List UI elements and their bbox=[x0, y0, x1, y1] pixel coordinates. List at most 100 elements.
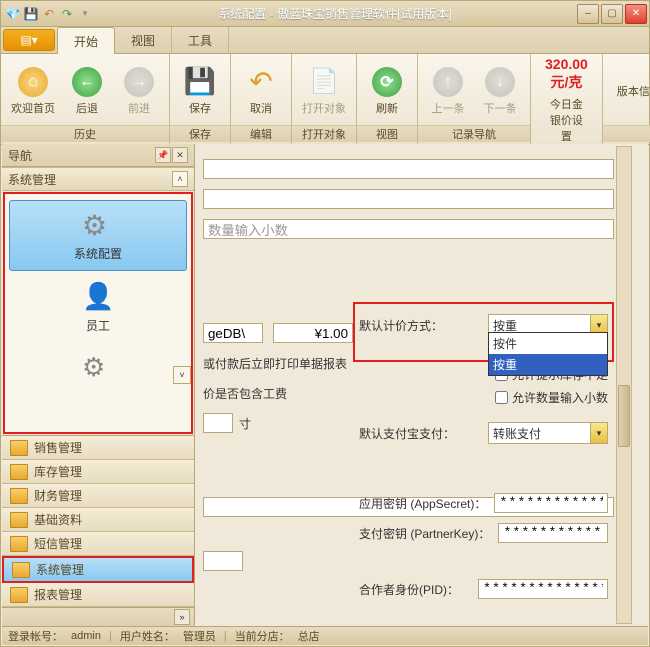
collapse-icon[interactable]: ˄ bbox=[172, 171, 188, 187]
ribbon: ⌂欢迎首页 ←后退 →前进 历史 💾保存 保存 ↶取消 编辑 📄打开对象 打开对… bbox=[1, 54, 649, 145]
gear-icon: ⚙ bbox=[82, 209, 114, 241]
chevron-down-icon[interactable]: ▾ bbox=[590, 423, 607, 443]
save-icon[interactable]: 💾 bbox=[23, 6, 39, 22]
save-icon: 💾 bbox=[184, 66, 216, 98]
maximize-button[interactable]: ▢ bbox=[601, 4, 623, 24]
gears-icon: ⚙ bbox=[82, 352, 114, 384]
ribbon-group-price: 320.00元/克今日金银价设置 今日金银价 bbox=[531, 54, 603, 144]
input-qty-decimal[interactable] bbox=[203, 219, 614, 239]
price-value: 320.00元/克 bbox=[545, 56, 588, 92]
group-label: 保存 bbox=[170, 125, 230, 142]
status-acct-label: 登录帐号： bbox=[8, 628, 63, 644]
close-button[interactable]: ✕ bbox=[625, 4, 647, 24]
group-label: 记录导航 bbox=[418, 125, 530, 142]
label-print-after-pay: 或付款后立即打印单据报表 bbox=[203, 355, 347, 372]
sidebar-cat-inventory[interactable]: 库存管理 bbox=[2, 460, 194, 484]
scroll-thumb[interactable] bbox=[618, 385, 630, 447]
minimize-button[interactable]: – bbox=[577, 4, 599, 24]
back-button[interactable]: ←后退 bbox=[63, 64, 111, 118]
sidebar-header: 导航 📌 ✕ bbox=[2, 144, 194, 167]
ribbon-group-history: ⌂欢迎首页 ←后退 →前进 历史 bbox=[1, 54, 170, 144]
forward-icon: → bbox=[124, 67, 154, 97]
sidebar-section-header[interactable]: 系统管理 ˄ bbox=[2, 167, 194, 191]
ribbon-group-save: 💾保存 保存 bbox=[170, 54, 231, 144]
sidebar-item-system-config[interactable]: ⚙ 系统配置 bbox=[9, 200, 187, 271]
input-appsecret[interactable] bbox=[494, 493, 608, 513]
gold-price-button[interactable]: 320.00元/克今日金银价设置 bbox=[537, 56, 596, 144]
save-button[interactable]: 💾保存 bbox=[176, 64, 224, 118]
input-generic-1[interactable] bbox=[203, 159, 614, 179]
refresh-button[interactable]: ⟳刷新 bbox=[363, 64, 411, 118]
chevron-down-icon[interactable]: ˅ bbox=[173, 366, 191, 384]
input-size[interactable] bbox=[203, 413, 233, 433]
up-icon: ↑ bbox=[433, 67, 463, 97]
sidebar-cat-system[interactable]: 系统管理 bbox=[2, 556, 194, 583]
input-price[interactable] bbox=[273, 323, 353, 343]
dropdown-pricing: 按件 按重 bbox=[488, 332, 608, 376]
group-label: 打开对象 bbox=[292, 125, 356, 142]
version-info-button[interactable]: 版本信息 bbox=[609, 61, 650, 121]
tab-start[interactable]: 开始 bbox=[57, 27, 115, 54]
tab-tools[interactable]: 工具 bbox=[172, 27, 229, 53]
sidebar-item-staff[interactable]: 👤 员工 bbox=[9, 273, 187, 342]
sidebar-title: 导航 bbox=[8, 147, 32, 164]
document-icon: 📄 bbox=[308, 66, 340, 98]
sidebar-cat-sms[interactable]: 短信管理 bbox=[2, 532, 194, 556]
label-pay: 默认支付宝支付： bbox=[359, 425, 455, 442]
label-include-fee: 价是否包含工费 bbox=[203, 385, 287, 402]
sidebar-cat-basic[interactable]: 基础资料 bbox=[2, 508, 194, 532]
ribbon-group-nav: ↑上一条 ↓下一条 记录导航 bbox=[418, 54, 531, 144]
input-path[interactable] bbox=[203, 323, 263, 343]
ribbon-group-view: ⟳刷新 视图 bbox=[357, 54, 418, 144]
scrollbar-vertical[interactable] bbox=[616, 146, 632, 624]
tab-view[interactable]: 视图 bbox=[115, 27, 172, 53]
content-pane: 或付款后立即打印单据报表 价是否包含工费 寸 默认计价方式： 按重 bbox=[195, 144, 648, 626]
app-menu-button[interactable]: ▤▾ bbox=[3, 29, 55, 51]
redo-icon[interactable]: ↷ bbox=[59, 6, 75, 22]
input-generic-4[interactable] bbox=[203, 551, 243, 571]
open-object-button[interactable]: 📄打开对象 bbox=[298, 64, 350, 118]
input-generic-2[interactable] bbox=[203, 189, 614, 209]
next-record-button[interactable]: ↓下一条 bbox=[476, 64, 524, 118]
checkbox-qty-decimal[interactable]: 允许数量输入小数 bbox=[495, 389, 608, 406]
forward-button[interactable]: →前进 bbox=[115, 64, 163, 118]
status-user: 管理员 bbox=[183, 628, 216, 644]
pin-icon[interactable]: 📌 bbox=[155, 147, 171, 163]
folder-icon bbox=[10, 488, 28, 504]
menu-icon: ▤▾ bbox=[20, 33, 37, 47]
folder-icon bbox=[10, 512, 28, 528]
group-label: 编辑 bbox=[231, 125, 291, 142]
undo-icon[interactable]: ↶ bbox=[41, 6, 57, 22]
status-branch-label: 当前分店： bbox=[235, 628, 290, 644]
dropdown-icon[interactable]: ▾ bbox=[77, 6, 93, 22]
combo-value: 转账支付 bbox=[489, 425, 590, 442]
folder-icon bbox=[10, 587, 28, 603]
dropdown-option[interactable]: 按件 bbox=[489, 333, 607, 354]
sidebar-categories: 销售管理 库存管理 财务管理 基础资料 短信管理 系统管理 报表管理 bbox=[2, 435, 194, 607]
combo-pay[interactable]: 转账支付 ▾ bbox=[488, 422, 608, 444]
sidebar-cat-finance[interactable]: 财务管理 bbox=[2, 484, 194, 508]
close-panel-icon[interactable]: ✕ bbox=[172, 147, 188, 163]
prev-record-button[interactable]: ↑上一条 bbox=[424, 64, 472, 118]
down-icon: ↓ bbox=[485, 67, 515, 97]
more-icon[interactable]: » bbox=[174, 609, 190, 625]
dropdown-option-selected[interactable]: 按重 bbox=[489, 354, 607, 375]
statusbar: 登录帐号：admin | 用户姓名：管理员 | 当前分店：总店 bbox=[2, 626, 648, 645]
group-label bbox=[603, 125, 650, 142]
input-pid[interactable] bbox=[478, 579, 608, 599]
group-label: 视图 bbox=[357, 125, 417, 142]
sidebar-cat-sales[interactable]: 销售管理 bbox=[2, 436, 194, 460]
section-title: 系统管理 bbox=[8, 171, 56, 188]
sidebar-item-settings[interactable]: ⚙ ˅ bbox=[9, 344, 187, 392]
user-icon: 👤 bbox=[82, 281, 114, 313]
input-partnerkey[interactable] bbox=[498, 523, 608, 543]
label-partnerkey: 支付密钥 (PartnerKey)： bbox=[359, 525, 490, 542]
home-button[interactable]: ⌂欢迎首页 bbox=[7, 64, 59, 118]
sidebar: 导航 📌 ✕ 系统管理 ˄ ⚙ 系统配置 👤 bbox=[2, 144, 195, 626]
window-title: 系统配置 - 傲蓝珠宝销售管理软件[试用版本] bbox=[93, 5, 577, 22]
app-window: 💎 💾 ↶ ↷ ▾ 系统配置 - 傲蓝珠宝销售管理软件[试用版本] – ▢ ✕ … bbox=[0, 0, 650, 647]
sidebar-cat-report[interactable]: 报表管理 bbox=[2, 583, 194, 607]
label-unit: 寸 bbox=[239, 415, 251, 432]
cancel-button[interactable]: ↶取消 bbox=[237, 64, 285, 118]
label-pid: 合作者身份(PID)： bbox=[359, 581, 459, 598]
